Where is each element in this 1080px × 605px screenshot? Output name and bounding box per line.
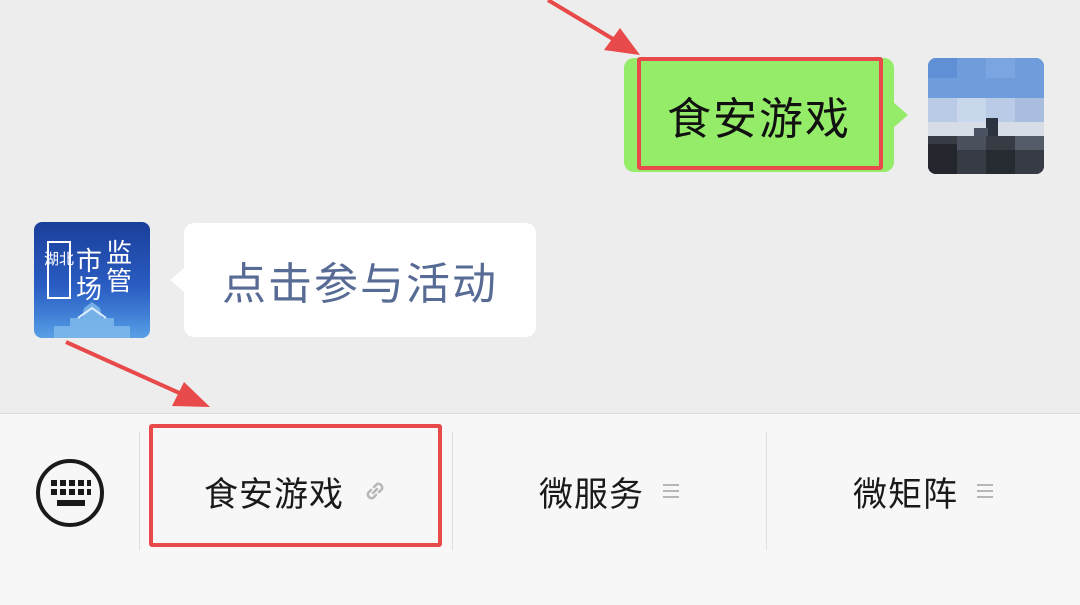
svg-text:监: 监 (106, 239, 132, 269)
menu-item-micro-matrix[interactable]: 微矩阵 (767, 432, 1080, 550)
menu-item-label: 微矩阵 (853, 474, 958, 515)
highlight-box-sent-message (637, 57, 883, 170)
submenu-lines-icon (662, 481, 680, 501)
keyboard-icon (36, 459, 104, 527)
received-message-link[interactable]: 点击参与活动 (222, 248, 498, 312)
menu-item-label: 微服务 (539, 474, 644, 515)
user-avatar[interactable] (928, 58, 1044, 174)
svg-text:湖北: 湖北 (44, 250, 74, 268)
pixelated-photo (928, 58, 1044, 174)
official-account-avatar[interactable]: 湖北 市 监 场 管 (34, 222, 150, 338)
menu-item-micro-services[interactable]: 微服务 (453, 432, 766, 550)
custom-menu-bar: 食安游戏 微服务 微矩阵 (0, 413, 1080, 605)
svg-text:管: 管 (106, 267, 132, 297)
svg-text:市: 市 (76, 247, 102, 277)
highlight-box-menu-item (149, 424, 442, 547)
received-message-bubble[interactable]: 点击参与活动 (170, 223, 536, 337)
submenu-lines-icon (976, 481, 994, 501)
chat-area: 食安游戏 湖北 市 监 场 管 点击参与活动 (0, 0, 1080, 413)
keyboard-toggle-button[interactable] (33, 456, 107, 530)
svg-text:场: 场 (76, 275, 102, 305)
official-account-logo: 湖北 市 监 场 管 (44, 239, 132, 338)
